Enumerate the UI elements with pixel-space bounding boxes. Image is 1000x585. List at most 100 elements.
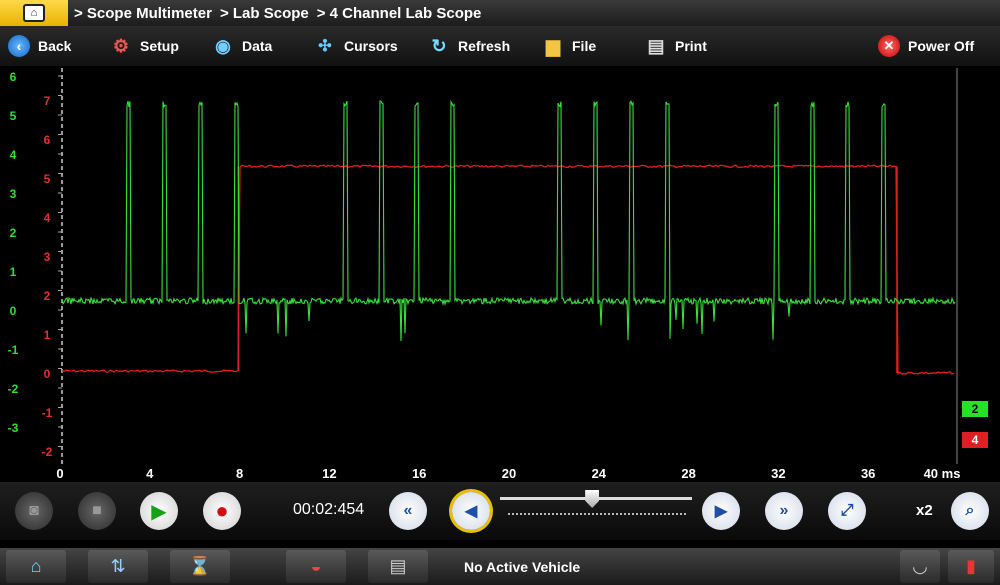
time-axis: 0 4 8 12 16 20 24 28 32 36 40 ms	[0, 466, 1000, 482]
step-back-button[interactable]: ◀	[452, 492, 490, 530]
record-button[interactable]: ●	[203, 492, 241, 530]
fit-screen-button[interactable]: ⤢	[828, 492, 866, 530]
printer-dock-icon: ▤	[389, 556, 407, 576]
channel-2-trace	[61, 99, 956, 342]
green-axis-label: 6	[10, 70, 17, 84]
channel-4-trace	[61, 164, 955, 375]
zoom-readout: x2	[916, 502, 933, 519]
rewind-icon: «	[403, 502, 413, 519]
breadcrumb-item-lab-scope[interactable]: > Lab Scope	[220, 5, 309, 22]
play-button[interactable]: ▶	[140, 492, 178, 530]
camera-icon: ◙	[29, 502, 39, 519]
red-axis-label: 5	[44, 172, 51, 186]
breadcrumb: ⌂ > Scope Multimeter > Lab Scope > 4 Cha…	[0, 0, 1000, 26]
buffer-slider[interactable]	[500, 490, 692, 528]
time-tick-label: 16	[411, 466, 427, 481]
channel-2-badge[interactable]: 2	[962, 401, 988, 417]
vehicle-status: No Active Vehicle	[464, 559, 581, 575]
data-label: Data	[242, 38, 273, 54]
green-axis-label: 0	[10, 304, 17, 318]
setup-label: Setup	[140, 38, 179, 54]
gear-icon: ⚙	[112, 35, 130, 56]
time-tick-label: 36	[860, 466, 876, 481]
time-tick-label: 28	[681, 466, 696, 481]
red-axis-label: 4	[44, 211, 51, 225]
refresh-label: Refresh	[458, 38, 511, 54]
time-tick-label: 32	[771, 466, 786, 481]
time-tick-label: 12	[322, 466, 337, 481]
slider-thumb[interactable]	[585, 490, 600, 508]
cursors-icon: ✣	[318, 38, 332, 55]
step-back-icon: ◀	[464, 503, 478, 520]
cursors-button[interactable]: ✣ Cursors	[314, 26, 398, 66]
scope-display[interactable]: 6 5 4 3 2 1 0 -1 -2 -3 7 6 5 4 3 2 1 0 -1 -2 2 4	[0, 66, 1000, 466]
scope-waveform[interactable]: 6 5 4 3 2 1 0 -1 -2 -3 7 6 5 4 3 2 1 0 -1 -2	[0, 66, 1000, 466]
green-axis-label: 4	[10, 148, 17, 162]
shop-manager-button[interactable]: ⌛	[170, 550, 230, 583]
power-off-icon: ✕	[878, 35, 900, 57]
home-icon: ⌂	[30, 556, 42, 576]
red-axis-label: 1	[44, 328, 51, 342]
vehicle-icon: ◒	[310, 556, 322, 576]
folder-icon: ▆	[546, 35, 560, 56]
back-label: Back	[38, 38, 72, 54]
red-axis-label: 6	[44, 133, 51, 147]
hourglass-icon: ⌛	[188, 556, 212, 576]
power-off-label: Power Off	[908, 38, 975, 54]
slider-dotted-track	[508, 513, 686, 515]
time-tick-label: 8	[235, 466, 244, 481]
green-axis-label: 3	[10, 187, 17, 201]
zoom-button[interactable]: ⌕	[951, 492, 989, 530]
breadcrumb-item-scope-multimeter[interactable]: > Scope Multimeter	[74, 5, 212, 22]
channel-4-badge[interactable]: 4	[962, 432, 988, 448]
green-axis-label: -3	[8, 421, 19, 435]
refresh-button[interactable]: ↻ Refresh	[428, 26, 510, 66]
multimeter-icon: ⌂	[23, 4, 45, 22]
camera-button[interactable]: ◙	[15, 492, 53, 530]
green-axis-label: -1	[8, 343, 19, 357]
battery-icon: ▮	[966, 556, 976, 576]
red-axis-label: 3	[44, 250, 51, 264]
wifi-icon: ◡	[912, 556, 928, 576]
wifi-button[interactable]: ◡	[900, 550, 940, 583]
vehicle-button[interactable]: ◒	[286, 550, 346, 583]
power-off-button[interactable]: ✕ Power Off	[878, 26, 974, 66]
fast-forward-button[interactable]: »	[765, 492, 803, 530]
step-forward-button[interactable]: ▶	[702, 492, 740, 530]
home-button[interactable]: ⌂	[6, 550, 66, 583]
home-tab[interactable]: ⌂	[0, 0, 68, 26]
playback-bar: ◙ ■ ▶ ● 00:02:454 « ◀ ▶ » ⤢ x2 ⌕	[0, 482, 1000, 540]
bottom-dock: ⌂ ⇅ ⌛ ◒ ▤ No Active Vehicle ◡ ▮	[0, 548, 1000, 585]
time-readout: 00:02:454	[293, 501, 365, 518]
tools-button[interactable]: ▤	[368, 550, 428, 583]
red-axis-label: 0	[44, 367, 51, 381]
time-tick-label: 40 ms	[923, 466, 961, 481]
red-axis-label: -2	[42, 445, 53, 459]
step-forward-icon: ▶	[714, 503, 728, 520]
breadcrumb-item-4-channel: > 4 Channel Lab Scope	[316, 4, 482, 22]
rewind-button[interactable]: «	[389, 492, 427, 530]
refresh-icon: ↻	[431, 35, 447, 56]
toggle-icon: ⇅	[110, 556, 126, 576]
print-button[interactable]: ▤ Print	[645, 26, 707, 66]
toolbar: ‹ Back ⚙ Setup ◉ Data ✣ Cursors ↻ Refres…	[0, 26, 1000, 66]
green-axis-label: 5	[10, 109, 17, 123]
fit-screen-icon: ⤢	[840, 502, 854, 519]
red-axis-label: 7	[44, 94, 51, 108]
stop-button[interactable]: ■	[78, 492, 116, 530]
fast-forward-icon: »	[779, 502, 789, 519]
toggle-button[interactable]: ⇅	[88, 550, 148, 583]
back-button[interactable]: ‹ Back	[8, 26, 71, 66]
cursors-label: Cursors	[344, 38, 398, 54]
time-tick-label: 20	[501, 466, 517, 481]
eye-icon: ◉	[215, 35, 231, 56]
data-button[interactable]: ◉ Data	[212, 26, 272, 66]
file-button[interactable]: ▆ File	[542, 26, 596, 66]
red-axis-label: -1	[42, 406, 53, 420]
green-axis-label: 2	[10, 226, 17, 240]
setup-button[interactable]: ⚙ Setup	[110, 26, 179, 66]
stop-icon: ■	[92, 502, 102, 519]
file-label: File	[572, 38, 597, 54]
battery-button[interactable]: ▮	[948, 550, 994, 583]
print-label: Print	[675, 38, 707, 54]
